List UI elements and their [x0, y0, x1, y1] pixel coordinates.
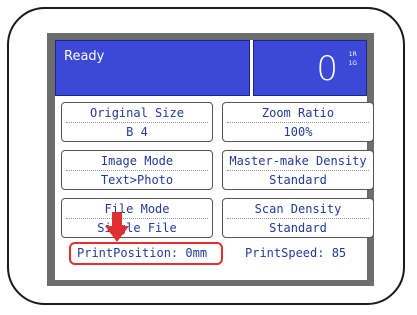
counter-sub-labels: 1R 1G	[349, 50, 357, 68]
red-arrow-icon	[105, 212, 129, 242]
panel-value: Single File	[97, 221, 177, 235]
original-size-button[interactable]: Original Size B 4	[61, 102, 213, 142]
status-text: Ready	[64, 49, 105, 64]
scan-density-button[interactable]: Scan Density Standard	[222, 198, 374, 238]
panel-title: Image Mode	[66, 151, 208, 171]
panel-title: Master-make Density	[227, 151, 369, 171]
panel-title: Scan Density	[227, 199, 369, 219]
print-position-label[interactable]: PrintPosition: 0mm	[77, 246, 207, 260]
panel-value: 100%	[283, 125, 313, 139]
panel-title: Zoom Ratio	[227, 103, 369, 123]
counter-value: 0	[316, 49, 338, 89]
panel-title: File Mode	[66, 199, 208, 219]
panel-value: B 4	[126, 125, 148, 139]
panel-value: Standard	[269, 173, 327, 187]
master-make-density-button[interactable]: Master-make Density Standard	[222, 150, 374, 190]
image-mode-button[interactable]: Image Mode Text>Photo	[61, 150, 213, 190]
panel-value: Standard	[269, 221, 327, 235]
counter-sub-bottom: 1G	[348, 60, 357, 67]
touch-screen: Ready 0 1R 1G Original Size B 4 Zoom Rat…	[55, 40, 374, 280]
page: Ready 0 1R 1G Original Size B 4 Zoom Rat…	[0, 0, 417, 315]
print-speed-label[interactable]: PrintSpeed: 85	[245, 246, 346, 260]
copy-counter: 0 1R 1G	[253, 40, 367, 96]
zoom-ratio-button[interactable]: Zoom Ratio 100%	[222, 102, 374, 142]
counter-sub-top: 1R	[348, 51, 357, 58]
panel-value: Text>Photo	[100, 173, 174, 187]
status-bar: Ready	[55, 40, 250, 96]
panel-title: Original Size	[66, 103, 208, 123]
file-mode-button[interactable]: File Mode Single File	[61, 198, 213, 238]
